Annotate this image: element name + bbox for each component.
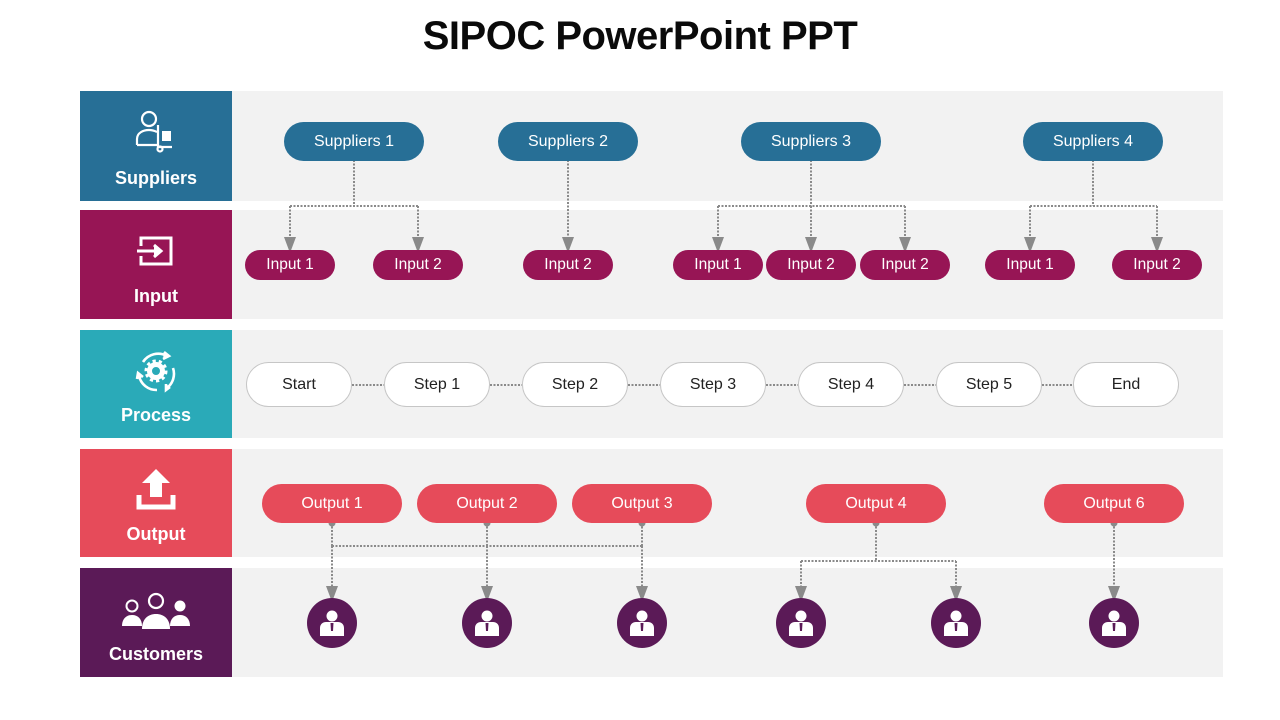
supplier-node[interactable]: Suppliers 4 xyxy=(1023,122,1163,161)
customer-icon xyxy=(944,610,968,636)
customers-row-background xyxy=(232,568,1223,677)
input-node[interactable]: Input 2 xyxy=(1112,250,1202,280)
output-node[interactable]: Output 6 xyxy=(1044,484,1184,523)
process-step[interactable]: Step 5 xyxy=(936,362,1042,407)
customer-node[interactable] xyxy=(931,598,981,648)
customer-icon xyxy=(320,610,344,636)
customer-node[interactable] xyxy=(307,598,357,648)
output-label: Output xyxy=(80,449,232,557)
suppliers-label-text: Suppliers xyxy=(114,168,198,188)
output-label-text: Output xyxy=(126,524,186,544)
supplier-node[interactable]: Suppliers 2 xyxy=(498,122,638,161)
process-cycle-gear-icon xyxy=(80,346,232,396)
customer-icon xyxy=(475,610,499,636)
input-label-text: Input xyxy=(134,286,178,306)
input-node[interactable]: Input 2 xyxy=(766,250,856,280)
output-node[interactable]: Output 1 xyxy=(262,484,402,523)
input-node[interactable]: Input 1 xyxy=(245,250,335,280)
supplier-trolley-icon xyxy=(80,107,232,157)
input-arrow-icon xyxy=(80,226,232,276)
customers-label-text: Customers xyxy=(108,644,204,664)
process-step[interactable]: Start xyxy=(246,362,352,407)
customer-icon xyxy=(789,610,813,636)
output-node[interactable]: Output 2 xyxy=(417,484,557,523)
process-step[interactable]: Step 3 xyxy=(660,362,766,407)
customer-node[interactable] xyxy=(462,598,512,648)
customer-node[interactable] xyxy=(1089,598,1139,648)
input-node[interactable]: Input 2 xyxy=(523,250,613,280)
customer-icon xyxy=(1102,610,1126,636)
input-node[interactable]: Input 1 xyxy=(673,250,763,280)
process-label-text: Process xyxy=(120,405,192,425)
process-step[interactable]: Step 2 xyxy=(522,362,628,407)
input-label: Input xyxy=(80,210,232,319)
input-node[interactable]: Input 2 xyxy=(373,250,463,280)
customer-node[interactable] xyxy=(617,598,667,648)
page-title: SIPOC PowerPoint PPT xyxy=(422,14,858,58)
suppliers-label: Suppliers xyxy=(80,91,232,201)
customer-node[interactable] xyxy=(776,598,826,648)
supplier-node[interactable]: Suppliers 3 xyxy=(741,122,881,161)
input-node[interactable]: Input 1 xyxy=(985,250,1075,280)
output-node[interactable]: Output 3 xyxy=(572,484,712,523)
process-label: Process xyxy=(80,330,232,438)
upload-arrow-icon xyxy=(80,465,232,515)
supplier-node[interactable]: Suppliers 1 xyxy=(284,122,424,161)
process-step[interactable]: Step 1 xyxy=(384,362,490,407)
process-step[interactable]: Step 4 xyxy=(798,362,904,407)
customers-label: Customers xyxy=(80,568,232,677)
customers-group-icon xyxy=(80,584,232,634)
output-node[interactable]: Output 4 xyxy=(806,484,946,523)
process-step[interactable]: End xyxy=(1073,362,1179,407)
customer-icon xyxy=(630,610,654,636)
input-node[interactable]: Input 2 xyxy=(860,250,950,280)
